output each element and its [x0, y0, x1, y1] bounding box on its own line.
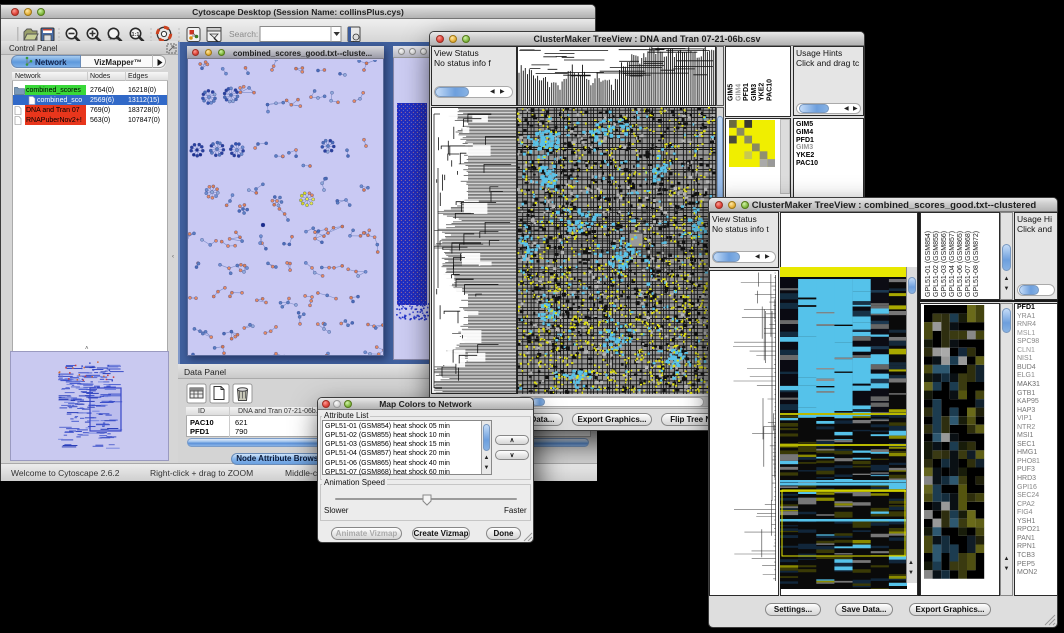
svg-text:Search:: Search:: [229, 29, 258, 39]
svg-text:GPL51-01 (GSM854): GPL51-01 (GSM854): [925, 231, 932, 297]
svg-text:GIM4: GIM4: [735, 84, 742, 101]
svg-text:GIM3: GIM3: [751, 84, 758, 101]
svg-text:GPL51-07 (GSM868): GPL51-07 (GSM868): [965, 231, 972, 297]
svg-text:GPL51-04 (GSM857): GPL51-04 (GSM857): [949, 231, 956, 297]
svg-text:1:1: 1:1: [132, 32, 140, 38]
svg-text:GPL51-08 (GSM872): GPL51-08 (GSM872): [973, 231, 980, 297]
svg-text:GIM5: GIM5: [728, 84, 735, 101]
svg-text:GPL51-03 (GSM856): GPL51-03 (GSM856): [941, 231, 948, 297]
svg-text:PAC10: PAC10: [767, 79, 774, 101]
svg-text:GPL51-06 (GSM865): GPL51-06 (GSM865): [957, 231, 964, 297]
svg-text:GPL51-02 (GSM855): GPL51-02 (GSM855): [933, 231, 940, 297]
svg-text:PFD1: PFD1: [743, 83, 750, 101]
svg-text:YKE2: YKE2: [759, 83, 766, 101]
